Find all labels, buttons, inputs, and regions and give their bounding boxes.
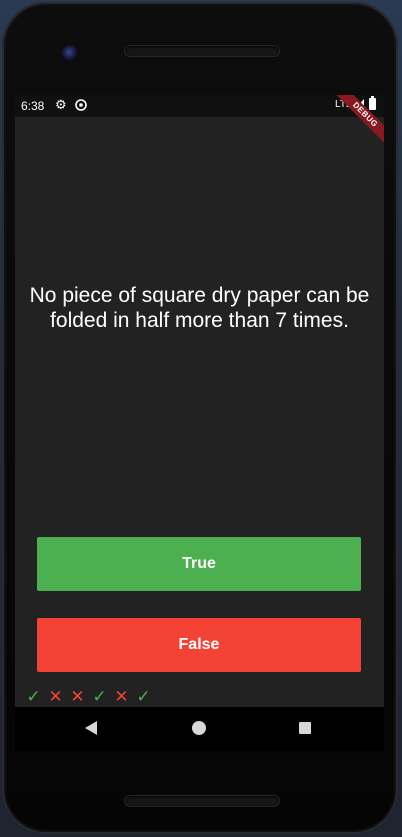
score-mark-icon: ✓: [92, 687, 107, 706]
status-bar: 6:38 ⚙ LTE: [15, 95, 384, 117]
navigation-bar: [15, 707, 384, 751]
score-mark-icon: ✓: [136, 687, 151, 706]
score-mark-icon: ✕: [114, 687, 129, 706]
earpiece-speaker: [125, 46, 279, 56]
question-text: No piece of square dry paper can be fold…: [29, 284, 370, 332]
false-button-label: False: [178, 636, 220, 653]
score-mark-icon: ✓: [26, 687, 41, 706]
home-icon[interactable]: [192, 721, 206, 735]
front-camera: [62, 45, 78, 61]
true-button[interactable]: True: [37, 537, 361, 591]
recents-icon[interactable]: [299, 722, 311, 734]
score-mark-icon: ✕: [70, 687, 85, 706]
back-icon[interactable]: [85, 721, 97, 735]
battery-icon: [369, 96, 376, 110]
sync-icon: [75, 99, 87, 111]
true-button-label: True: [182, 555, 216, 572]
bottom-speaker: [125, 796, 279, 806]
gear-icon: ⚙: [55, 97, 67, 112]
app-screen: 6:38 ⚙ LTE DEBUG No piece of square dry …: [15, 95, 384, 751]
false-button[interactable]: False: [37, 618, 361, 672]
score-keeper: ✓ ✕ ✕ ✓ ✕ ✓: [25, 687, 152, 707]
score-mark-icon: ✕: [48, 687, 63, 706]
status-time: 6:38: [21, 99, 45, 113]
